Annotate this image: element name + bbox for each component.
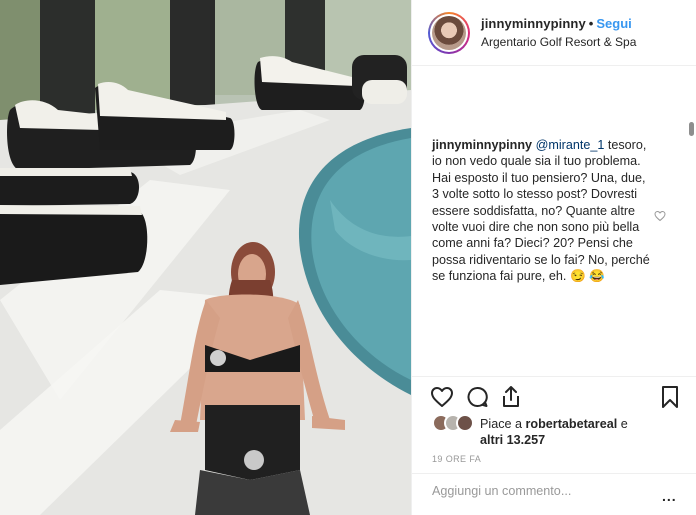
liker-username[interactable]: robertabetareal: [526, 417, 618, 431]
avatar-image: [432, 16, 466, 50]
liker-avatar: [456, 414, 474, 432]
comments-scrollbar[interactable]: [689, 122, 694, 136]
avatar-frame: [430, 14, 468, 52]
post-photo[interactable]: [0, 0, 411, 515]
post-actions: Piace a robertabetareal e altri 13.257 1…: [412, 376, 696, 506]
post-side-panel: jinnyminnypinny • Segui Argentario Golf Re…: [411, 0, 696, 515]
comment-emoji: 😏 😂: [569, 269, 605, 284]
user-line: jinnyminnypinny • Segui: [481, 16, 632, 31]
avatar[interactable]: [428, 12, 470, 54]
more-options-icon[interactable]: ...: [662, 488, 677, 504]
comments-section[interactable]: jinnyminnypinny @mirante_1 tesoro, io no…: [412, 67, 696, 377]
follow-button[interactable]: Segui: [596, 16, 631, 31]
comment-mention[interactable]: @mirante_1: [536, 138, 605, 152]
separator-dot: •: [588, 16, 594, 31]
likes-prefix: Piace a: [480, 417, 526, 431]
share-icon[interactable]: [499, 385, 523, 409]
likes-middle: e: [617, 417, 628, 431]
add-comment-bar: Aggiungi un commento... ...: [412, 473, 696, 507]
comment-text: tesoro, io non vedo quale sia il tuo pro…: [432, 138, 650, 284]
liker-avatars[interactable]: [432, 414, 480, 434]
post-timestamp[interactable]: 19 ORE FA: [432, 454, 481, 464]
comment: jinnyminnypinny @mirante_1 tesoro, io no…: [432, 137, 652, 285]
bookmark-icon[interactable]: [658, 385, 682, 409]
add-comment-input[interactable]: Aggiungi un commento...: [432, 484, 571, 498]
heart-icon[interactable]: [430, 385, 454, 409]
username-link[interactable]: jinnyminnypinny: [481, 16, 586, 31]
location-link[interactable]: Argentario Golf Resort & Spa: [481, 35, 636, 49]
likes-text: Piace a robertabetareal e altri 13.257: [480, 416, 680, 448]
post-header: jinnyminnypinny • Segui Argentario Golf Re…: [412, 0, 696, 66]
comment-icon[interactable]: [465, 385, 489, 409]
likes-others[interactable]: altri 13.257: [480, 433, 545, 447]
likes-summary: Piace a robertabetareal e altri 13.257: [432, 414, 682, 448]
post-photo-scene: [0, 0, 411, 515]
comment-like-heart-icon[interactable]: [654, 209, 666, 222]
comment-username[interactable]: jinnyminnypinny: [432, 138, 532, 152]
